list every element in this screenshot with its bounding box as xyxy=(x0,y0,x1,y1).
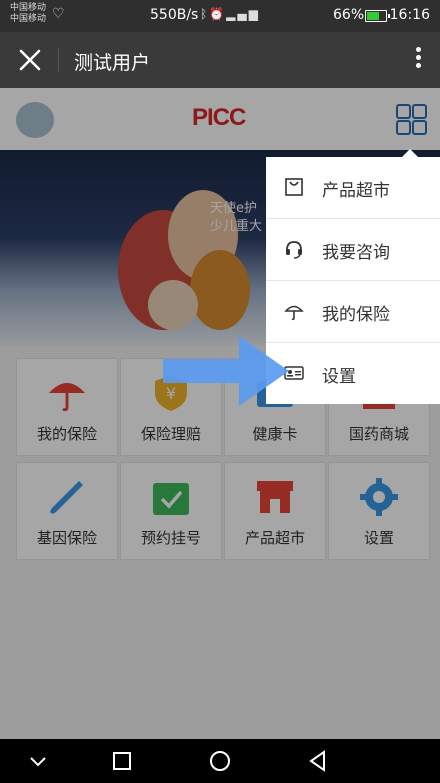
more-options-button[interactable] xyxy=(410,44,426,76)
options-dropdown: 产品超市 我要咨询 我的保险 设置 xyxy=(266,149,440,404)
carrier-info: 中国移动 中国移动 xyxy=(10,3,46,25)
bag-icon xyxy=(285,178,303,196)
more-dot-icon xyxy=(415,47,421,52)
chevron-down-icon[interactable] xyxy=(26,749,50,773)
battery-percent: 66% xyxy=(333,7,365,23)
home-button[interactable] xyxy=(208,749,232,773)
system-nav-bar xyxy=(0,739,440,783)
recent-apps-button[interactable] xyxy=(110,749,134,773)
menu-item-label: 我要咨询 xyxy=(322,243,390,263)
more-dot-icon xyxy=(415,55,421,60)
carrier-2: 中国移动 xyxy=(10,14,47,24)
carrier-1: 中国移动 xyxy=(10,3,47,13)
close-icon xyxy=(19,49,41,71)
alarm-icon: ⏰ xyxy=(209,7,227,21)
battery-icon xyxy=(365,10,390,22)
heart-icon: ♡ xyxy=(52,6,65,22)
menu-item-my-insurance[interactable]: 我的保险 xyxy=(266,281,440,343)
page-title: 测试用户 xyxy=(74,52,151,74)
clock: 16:16 xyxy=(389,7,430,23)
close-button[interactable] xyxy=(16,46,44,74)
menu-item-settings[interactable]: 设置 xyxy=(266,343,440,404)
menu-item-product-market[interactable]: 产品超市 xyxy=(266,157,440,219)
network-speed: 550B/s xyxy=(150,7,199,23)
status-icons: ᛒ⏰▂▄▆ xyxy=(200,7,260,21)
title-bar: 测试用户 xyxy=(0,32,440,88)
umbrella-icon xyxy=(284,305,304,321)
more-dot-icon xyxy=(415,63,421,68)
signal-icon: ▂▄▆ xyxy=(226,7,260,21)
bluetooth-icon: ᛒ xyxy=(200,7,210,21)
menu-item-consult[interactable]: 我要咨询 xyxy=(266,219,440,281)
menu-item-label: 产品超市 xyxy=(322,181,390,201)
back-button[interactable] xyxy=(306,749,330,773)
headset-icon xyxy=(286,241,302,259)
highlight-arrow xyxy=(163,336,289,406)
menu-item-label: 我的保险 xyxy=(322,305,390,325)
menu-item-label: 设置 xyxy=(322,367,356,387)
status-bar: 中国移动 中国移动 ♡ 550B/s ᛒ⏰▂▄▆ 66% 16:16 xyxy=(0,0,440,32)
nav-divider xyxy=(58,48,59,72)
